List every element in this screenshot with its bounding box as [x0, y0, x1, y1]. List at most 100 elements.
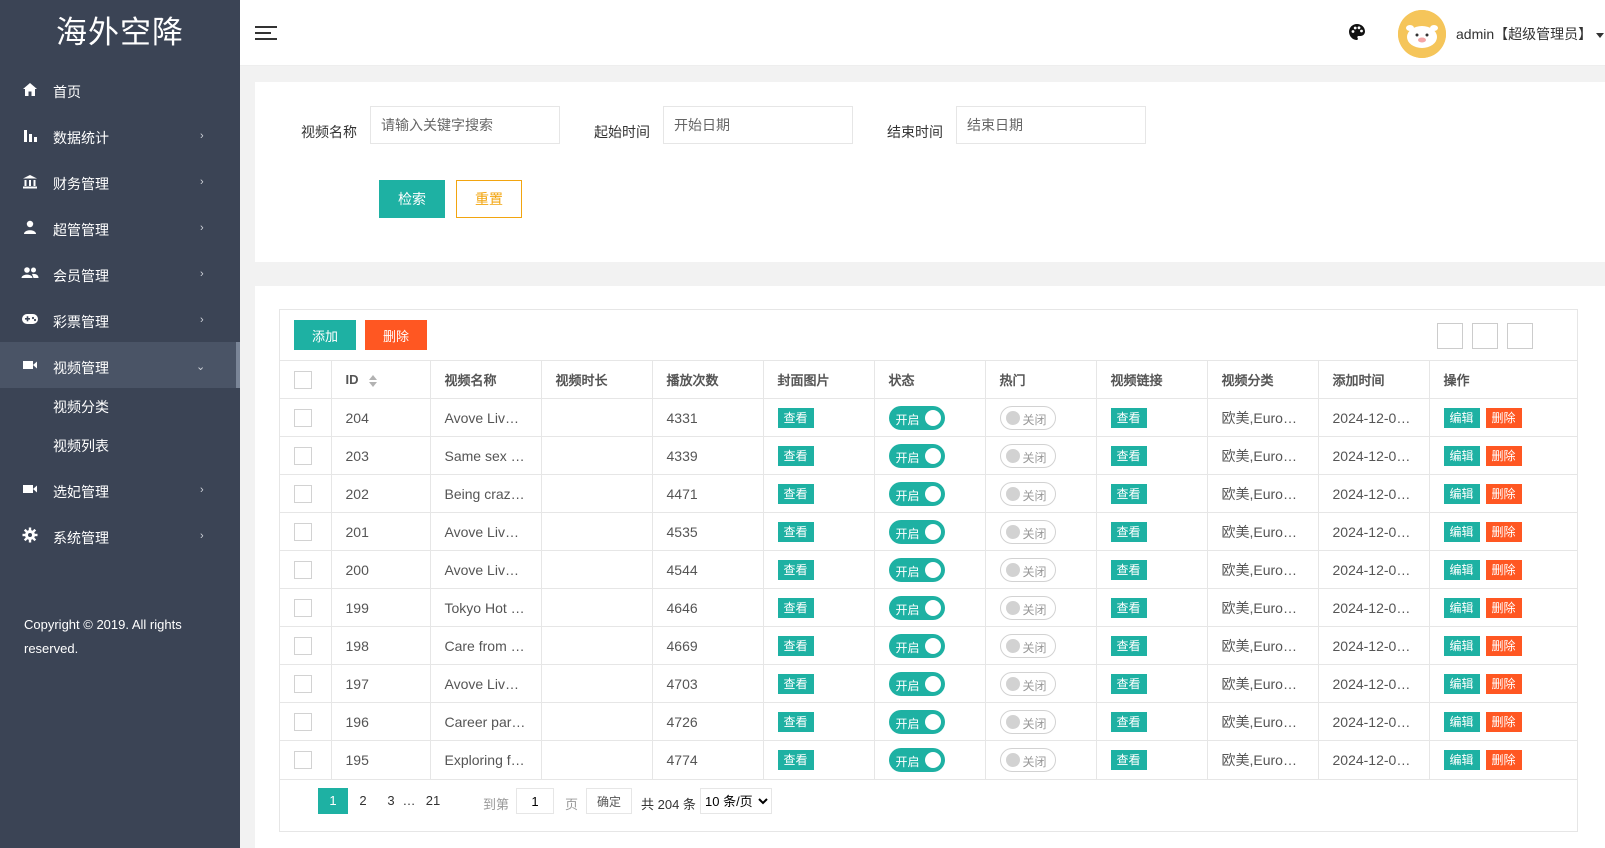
goto-page-input[interactable]: [516, 788, 554, 814]
status-toggle[interactable]: 开启: [888, 557, 945, 582]
view-link-button[interactable]: 查看: [1110, 597, 1147, 618]
edit-button[interactable]: 编辑: [1443, 711, 1480, 732]
status-toggle[interactable]: 开启: [888, 443, 945, 468]
sidebar-item-stats[interactable]: 数据统计 ›: [0, 112, 240, 158]
sidebar-item-home[interactable]: 首页: [0, 66, 240, 112]
avatar[interactable]: [1398, 10, 1446, 58]
columns-filter-icon[interactable]: [1437, 323, 1463, 349]
submenu-item-video-category[interactable]: 视频分类: [0, 388, 240, 427]
view-cover-button[interactable]: 查看: [777, 673, 814, 694]
sidebar-item-concubine[interactable]: 选妃管理 ›: [0, 466, 240, 512]
view-cover-button[interactable]: 查看: [777, 749, 814, 770]
end-date-input[interactable]: [956, 106, 1146, 144]
start-date-input[interactable]: [663, 106, 853, 144]
status-toggle[interactable]: 开启: [888, 481, 945, 506]
view-link-button[interactable]: 查看: [1110, 407, 1147, 428]
sidebar-item-lottery[interactable]: 彩票管理 ›: [0, 296, 240, 342]
page-2[interactable]: 2: [348, 788, 378, 814]
add-button[interactable]: 添加: [294, 320, 356, 350]
row-checkbox[interactable]: [294, 560, 312, 579]
status-toggle[interactable]: 开启: [888, 595, 945, 620]
row-checkbox[interactable]: [294, 636, 312, 655]
view-link-button[interactable]: 查看: [1110, 711, 1147, 732]
submenu-item-video-list[interactable]: 视频列表: [0, 427, 240, 466]
goto-confirm-button[interactable]: 确定: [586, 788, 632, 814]
row-checkbox[interactable]: [294, 674, 312, 693]
row-checkbox[interactable]: [294, 484, 312, 503]
edit-button[interactable]: 编辑: [1443, 749, 1480, 770]
row-checkbox[interactable]: [294, 712, 312, 731]
hot-toggle[interactable]: 关闭: [999, 747, 1056, 772]
hot-toggle[interactable]: 关闭: [999, 443, 1056, 468]
view-link-button[interactable]: 查看: [1110, 483, 1147, 504]
reset-button[interactable]: 重置: [456, 180, 522, 218]
hot-toggle[interactable]: 关闭: [999, 405, 1056, 430]
view-cover-button[interactable]: 查看: [777, 559, 814, 580]
edit-button[interactable]: 编辑: [1443, 407, 1480, 428]
status-toggle[interactable]: 开启: [888, 633, 945, 658]
hot-toggle[interactable]: 关闭: [999, 709, 1056, 734]
view-link-button[interactable]: 查看: [1110, 521, 1147, 542]
export-icon[interactable]: [1472, 323, 1498, 349]
view-cover-button[interactable]: 查看: [777, 521, 814, 542]
sidebar-item-system[interactable]: 系统管理 ›: [0, 512, 240, 558]
sidebar-item-video[interactable]: 视频管理 ⌄: [0, 342, 240, 388]
view-link-button[interactable]: 查看: [1110, 559, 1147, 580]
view-cover-button[interactable]: 查看: [777, 711, 814, 732]
delete-button[interactable]: 删除: [1485, 407, 1522, 428]
hot-toggle[interactable]: 关闭: [999, 557, 1056, 582]
delete-button[interactable]: 删除: [1485, 749, 1522, 770]
palette-icon[interactable]: [1348, 23, 1366, 41]
sidebar-item-finance[interactable]: 财务管理 ›: [0, 158, 240, 204]
delete-button[interactable]: 删除: [1485, 521, 1522, 542]
edit-button[interactable]: 编辑: [1443, 445, 1480, 466]
view-link-button[interactable]: 查看: [1110, 673, 1147, 694]
page-last[interactable]: 21: [418, 788, 448, 814]
view-link-button[interactable]: 查看: [1110, 445, 1147, 466]
edit-button[interactable]: 编辑: [1443, 673, 1480, 694]
status-toggle[interactable]: 开启: [888, 747, 945, 772]
row-checkbox[interactable]: [294, 446, 312, 465]
edit-button[interactable]: 编辑: [1443, 559, 1480, 580]
col-header-id[interactable]: ID: [331, 360, 431, 399]
print-icon[interactable]: [1507, 323, 1533, 349]
edit-button[interactable]: 编辑: [1443, 483, 1480, 504]
view-link-button[interactable]: 查看: [1110, 749, 1147, 770]
menu-toggle-icon[interactable]: [255, 26, 277, 42]
delete-button[interactable]: 删除: [1485, 559, 1522, 580]
user-menu[interactable]: admin【超级管理员】: [1456, 24, 1605, 44]
status-toggle[interactable]: 开启: [888, 709, 945, 734]
status-toggle[interactable]: 开启: [888, 405, 945, 430]
hot-toggle[interactable]: 关闭: [999, 671, 1056, 696]
hot-toggle[interactable]: 关闭: [999, 481, 1056, 506]
delete-button[interactable]: 删除: [1485, 597, 1522, 618]
hot-toggle[interactable]: 关闭: [999, 633, 1056, 658]
view-link-button[interactable]: 查看: [1110, 635, 1147, 656]
page-3[interactable]: 3: [378, 788, 404, 814]
view-cover-button[interactable]: 查看: [777, 635, 814, 656]
status-toggle[interactable]: 开启: [888, 519, 945, 544]
view-cover-button[interactable]: 查看: [777, 407, 814, 428]
edit-button[interactable]: 编辑: [1443, 597, 1480, 618]
delete-button[interactable]: 删除: [1485, 483, 1522, 504]
video-name-input[interactable]: [370, 106, 560, 144]
delete-button[interactable]: 删除: [1485, 445, 1522, 466]
view-cover-button[interactable]: 查看: [777, 597, 814, 618]
status-toggle[interactable]: 开启: [888, 671, 945, 696]
sort-icon[interactable]: [368, 374, 377, 387]
row-checkbox[interactable]: [294, 598, 312, 617]
delete-button[interactable]: 删除: [1485, 711, 1522, 732]
sidebar-item-members[interactable]: 会员管理 ›: [0, 250, 240, 296]
page-size-select[interactable]: 10 条/页: [700, 788, 772, 814]
page-1[interactable]: 1: [318, 788, 348, 814]
row-checkbox[interactable]: [294, 408, 312, 427]
view-cover-button[interactable]: 查看: [777, 445, 814, 466]
hot-toggle[interactable]: 关闭: [999, 595, 1056, 620]
view-cover-button[interactable]: 查看: [777, 483, 814, 504]
delete-button[interactable]: 删除: [1485, 635, 1522, 656]
row-checkbox[interactable]: [294, 750, 312, 769]
sidebar-item-admins[interactable]: 超管管理 ›: [0, 204, 240, 250]
search-button[interactable]: 检索: [379, 180, 445, 218]
edit-button[interactable]: 编辑: [1443, 521, 1480, 542]
row-checkbox[interactable]: [294, 522, 312, 541]
